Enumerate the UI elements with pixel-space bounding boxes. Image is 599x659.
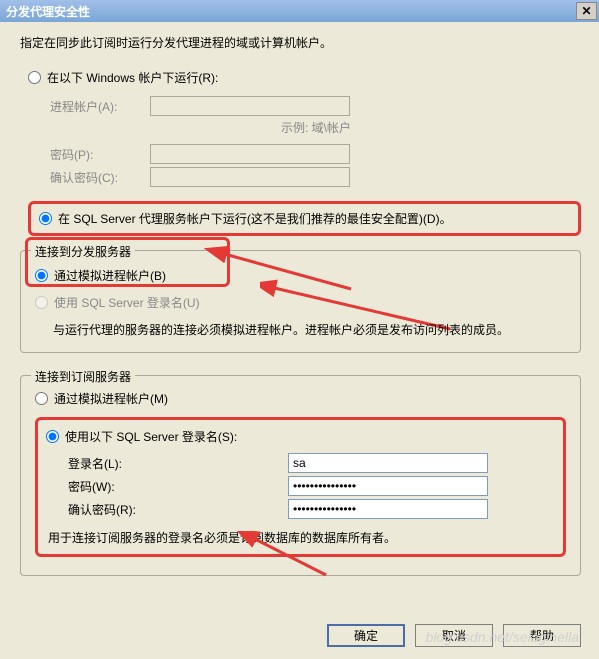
radio-windows-label: 在以下 Windows 帐户下运行(R): [47,69,218,86]
account-hint: 示例: 域\帐户 [281,119,581,136]
fieldset-distributor: 连接到分发服务器 通过模拟进程帐户(B) 使用 SQL Server 登录名(U… [20,250,581,353]
sub-confirm-label: 确认密码(R): [68,501,168,518]
process-account-label: 进程帐户(A): [50,98,150,115]
radio-sub-sqllogin[interactable] [46,430,59,443]
password-label: 密码(P): [50,146,150,163]
window-title: 分发代理安全性 [6,3,576,20]
radio-dist-sqllogin-label: 使用 SQL Server 登录名(U) [54,294,200,311]
cancel-button[interactable]: 取消 [415,624,493,647]
radio-dist-sqllogin [35,296,48,309]
password-input [150,144,350,164]
radio-windows-account[interactable] [28,71,41,84]
process-account-input [150,96,350,116]
login-label: 登录名(L): [68,455,168,472]
sub-password-label: 密码(W): [68,478,168,495]
radio-dist-impersonate[interactable] [35,269,48,282]
radio-sql-agent-label: 在 SQL Server 代理服务帐户下运行(这不是我们推荐的最佳安全配置)(D… [58,210,452,227]
fieldset-distributor-legend: 连接到分发服务器 [31,243,135,260]
close-button[interactable]: ✕ [576,2,597,20]
confirm-input [150,167,350,187]
fieldset1-note: 与运行代理的服务器的连接必须模拟进程帐户。进程帐户必须是发布访问列表的成员。 [53,321,566,338]
radio-sub-sqllogin-label: 使用以下 SQL Server 登录名(S): [65,428,237,445]
radio-dist-impersonate-label: 通过模拟进程帐户(B) [54,267,166,284]
login-input[interactable] [288,453,488,473]
radio-sub-impersonate[interactable] [35,392,48,405]
radio-sql-agent[interactable] [39,212,52,225]
fieldset2-note: 用于连接订阅服务器的登录名必须是订阅数据库的数据库所有者。 [48,529,555,546]
close-icon: ✕ [581,4,591,18]
radio-sub-impersonate-label: 通过模拟进程帐户(M) [54,390,168,407]
sub-confirm-input[interactable] [288,499,488,519]
fieldset-subscriber-legend: 连接到订阅服务器 [31,368,135,385]
fieldset-subscriber: 连接到订阅服务器 通过模拟进程帐户(M) 使用以下 SQL Server 登录名… [20,375,581,576]
intro-text: 指定在同步此订阅时运行分发代理进程的域或计算机帐户。 [20,34,581,51]
confirm-label: 确认密码(C): [50,169,150,186]
help-button[interactable]: 帮助 [503,624,581,647]
sub-password-input[interactable] [288,476,488,496]
ok-button[interactable]: 确定 [327,624,405,647]
